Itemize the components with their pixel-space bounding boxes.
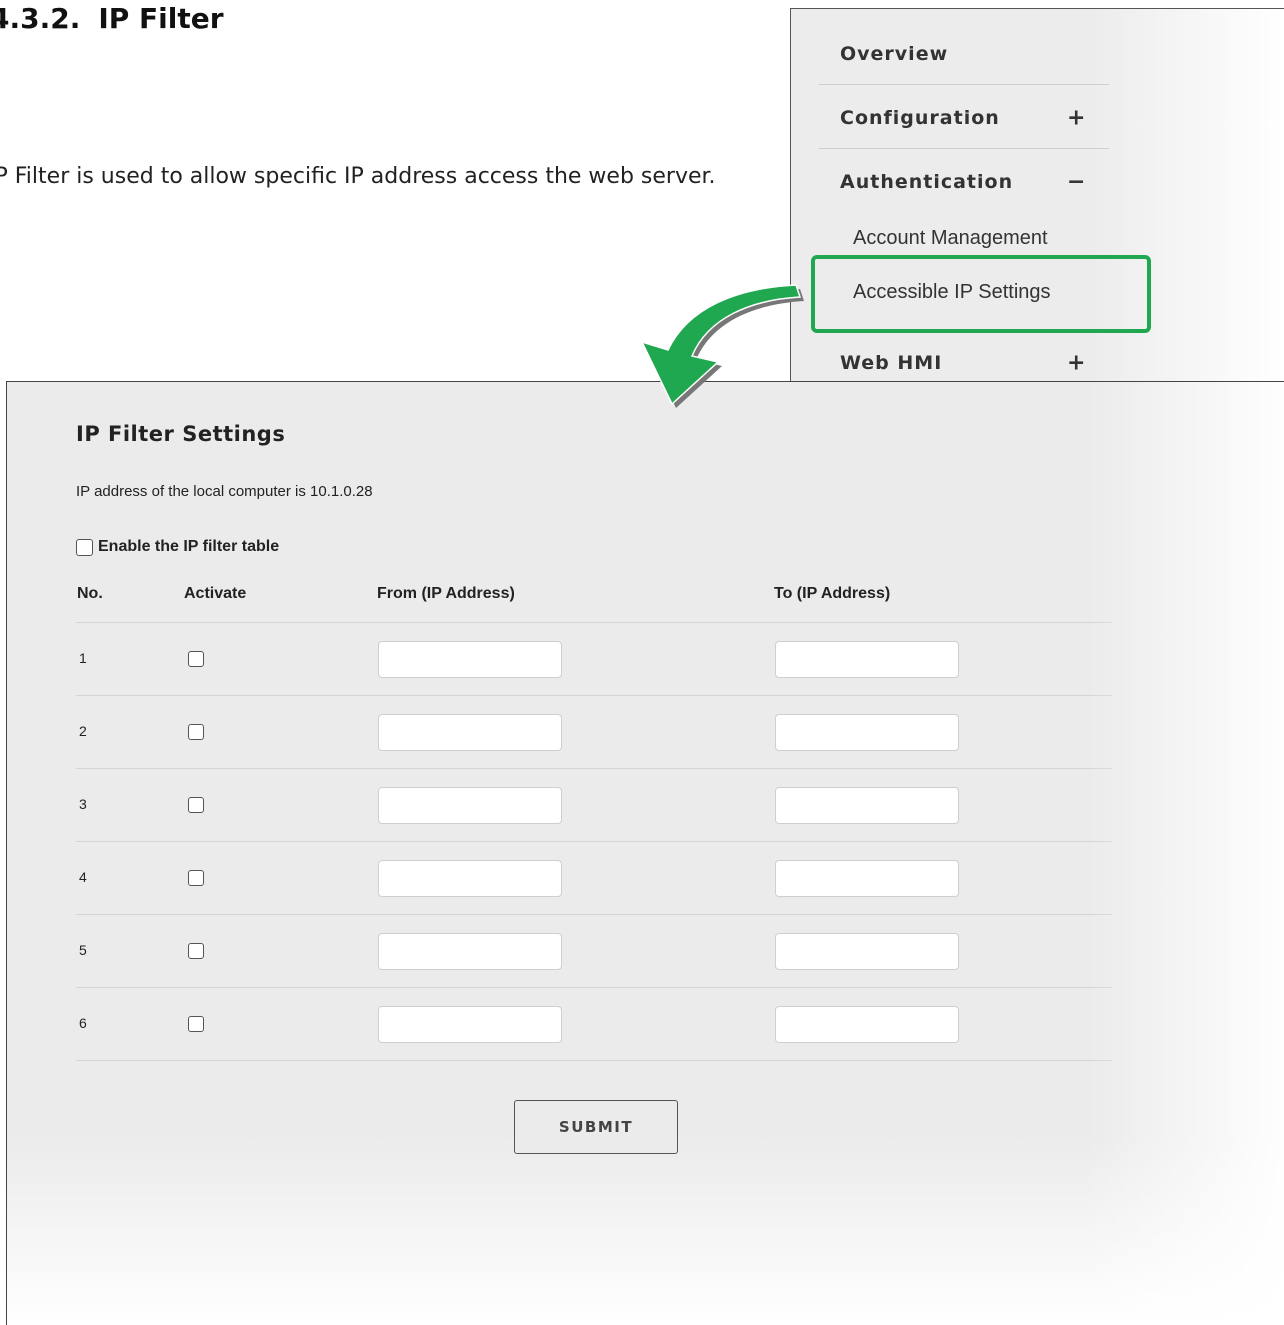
from-ip-input[interactable] xyxy=(378,932,562,970)
submenu-account-management[interactable]: Account Management xyxy=(853,227,1048,250)
menu-item-label: Configuration xyxy=(840,107,1000,129)
submit-button[interactable]: SUBMIT xyxy=(514,1100,678,1154)
to-ip-input[interactable] xyxy=(775,1005,959,1043)
curved-arrow-icon xyxy=(640,284,804,408)
enable-filter-row: Enable the IP filter table xyxy=(76,538,279,556)
menu-item-authentication[interactable]: Authentication − xyxy=(819,151,1109,213)
table-divider xyxy=(76,768,1112,769)
section-paragraph: IP Filter is used to allow specific IP a… xyxy=(0,164,716,189)
column-header-from: From (IP Address) xyxy=(377,585,515,602)
from-ip-input[interactable] xyxy=(378,1005,562,1043)
to-ip-input[interactable] xyxy=(775,859,959,897)
table-divider xyxy=(76,622,1112,623)
menu-item-label: Authentication xyxy=(840,171,1014,193)
from-ip-input[interactable] xyxy=(378,640,562,678)
activate-checkbox[interactable] xyxy=(188,650,204,667)
table-divider xyxy=(76,914,1112,915)
to-ip-input[interactable] xyxy=(775,640,959,678)
from-ip-input[interactable] xyxy=(378,859,562,897)
collapse-minus-icon[interactable]: − xyxy=(1067,170,1086,195)
column-header-activate: Activate xyxy=(184,585,247,602)
enable-filter-checkbox[interactable] xyxy=(76,538,93,556)
from-ip-input[interactable] xyxy=(378,786,562,824)
activate-checkbox[interactable] xyxy=(188,869,204,886)
expand-plus-icon[interactable]: + xyxy=(1067,351,1086,376)
panel-fade xyxy=(1085,382,1284,1325)
column-header-to: To (IP Address) xyxy=(774,585,891,602)
row-number: 4 xyxy=(79,868,87,885)
to-ip-input[interactable] xyxy=(775,786,959,824)
menu-item-configuration[interactable]: Configuration + xyxy=(819,87,1109,149)
activate-checkbox[interactable] xyxy=(188,723,204,740)
table-divider xyxy=(76,695,1112,696)
menu-item-overview[interactable]: Overview xyxy=(819,23,1109,85)
activate-checkbox[interactable] xyxy=(188,1015,204,1032)
menu-item-label: Overview xyxy=(840,43,949,65)
local-ip-text: IP address of the local computer is 10.1… xyxy=(76,483,373,500)
activate-checkbox[interactable] xyxy=(188,942,204,959)
side-menu: Overview Configuration + Authentication … xyxy=(790,8,1284,385)
row-number: 3 xyxy=(79,795,87,812)
section-heading: 4.3.2. IP Filter xyxy=(0,2,224,35)
activate-checkbox[interactable] xyxy=(188,796,204,813)
section-number: 4.3.2. xyxy=(0,2,81,35)
submenu-accessible-ip-settings[interactable]: Accessible IP Settings xyxy=(853,281,1051,304)
settings-title: IP Filter Settings xyxy=(76,422,286,446)
from-ip-input[interactable] xyxy=(378,713,562,751)
ip-filter-settings-panel: IP Filter Settings IP address of the loc… xyxy=(6,381,1284,1325)
expand-plus-icon[interactable]: + xyxy=(1067,106,1086,131)
table-divider xyxy=(76,987,1112,988)
row-number: 5 xyxy=(79,941,87,958)
column-header-no: No. xyxy=(77,585,103,602)
enable-filter-label: Enable the IP filter table xyxy=(98,538,280,555)
row-number: 6 xyxy=(79,1014,87,1031)
to-ip-input[interactable] xyxy=(775,932,959,970)
table-divider xyxy=(76,841,1112,842)
table-divider xyxy=(76,1060,1112,1061)
menu-item-label: Web HMI xyxy=(840,352,943,374)
row-number: 2 xyxy=(79,722,87,739)
row-number: 1 xyxy=(79,649,87,666)
section-title: IP Filter xyxy=(98,2,224,35)
to-ip-input[interactable] xyxy=(775,713,959,751)
